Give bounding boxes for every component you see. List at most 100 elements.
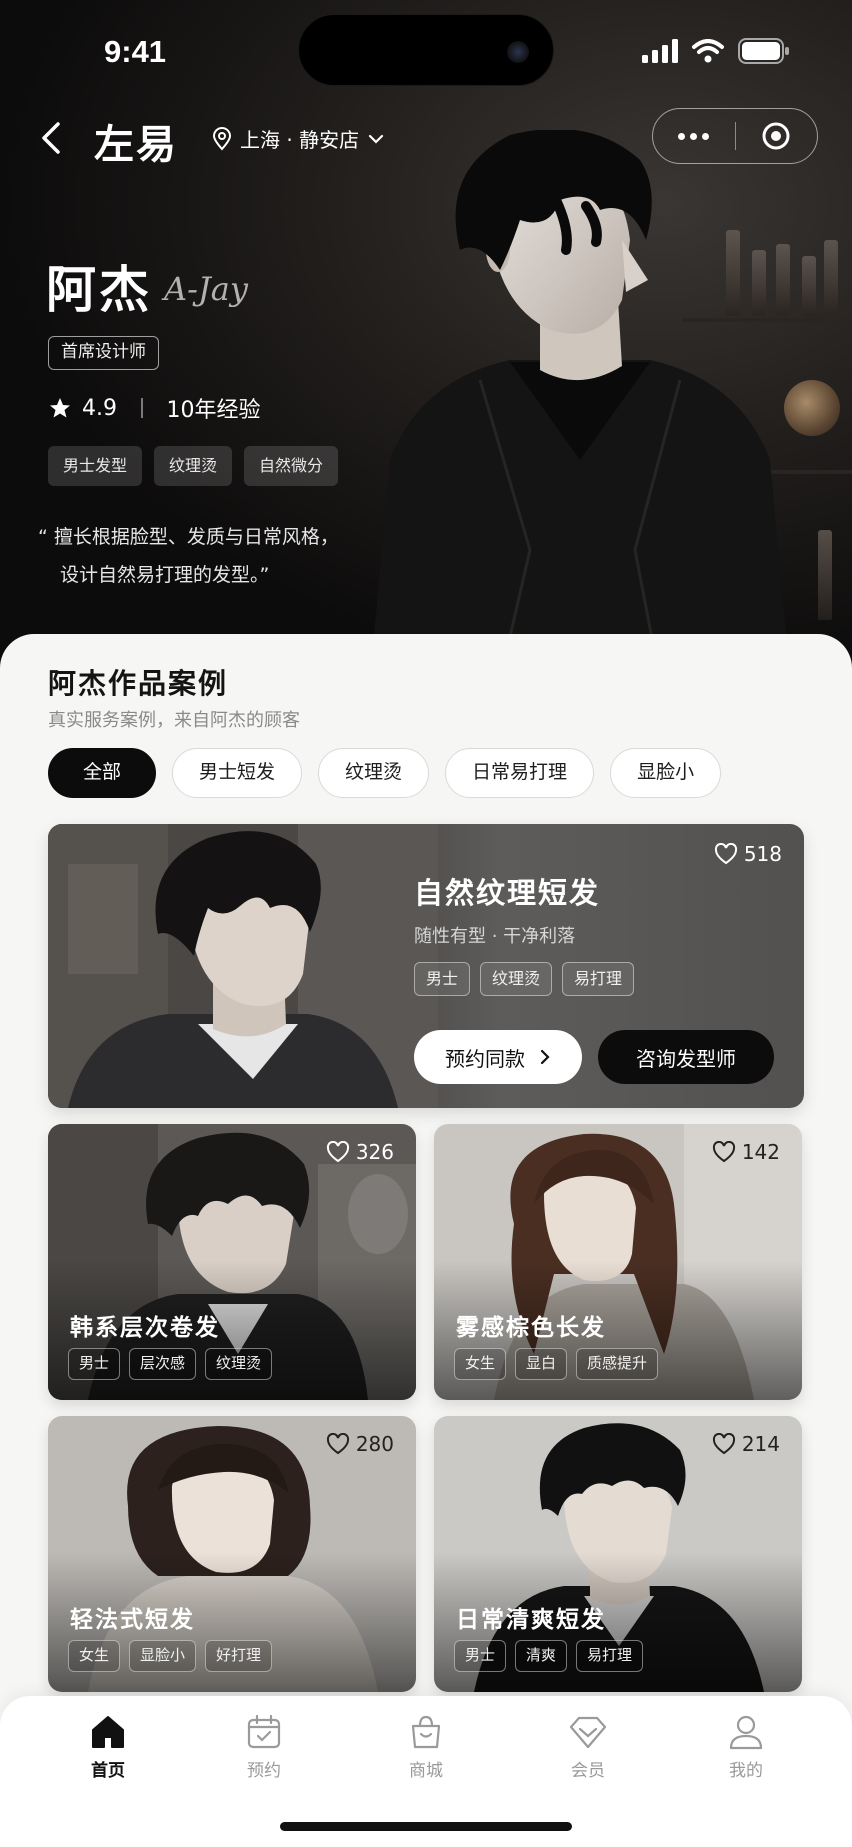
mini-program-capsule	[652, 108, 818, 164]
case-tag: 纹理烫	[205, 1348, 273, 1380]
case-tag: 女生	[68, 1640, 121, 1672]
stylist-title-badge: 首席设计师	[48, 336, 159, 370]
like-value: 518	[743, 842, 782, 866]
filter-chip-texture-perm[interactable]: 纹理烫	[318, 748, 430, 798]
quote-line: 设计自然易打理的发型。”	[60, 564, 270, 586]
like-count[interactable]: 142	[712, 1140, 780, 1164]
battery-icon	[738, 38, 789, 64]
filter-chip-easy-care[interactable]: 日常易打理	[445, 748, 595, 798]
diamond-icon	[569, 1716, 607, 1749]
case-card[interactable]: 326 韩系层次卷发 男士 层次感 纹理烫	[48, 1124, 416, 1400]
case-tag: 显白	[515, 1348, 568, 1380]
more-icon[interactable]	[653, 132, 735, 140]
heart-icon	[714, 843, 737, 865]
case-tag: 层次感	[129, 1348, 197, 1380]
chevron-right-icon	[540, 1049, 550, 1065]
signal-icon	[642, 39, 678, 63]
like-value: 142	[741, 1140, 780, 1164]
filter-chip-mens-short[interactable]: 男士短发	[172, 748, 303, 798]
star-icon	[50, 398, 70, 418]
tab-label: 首页	[91, 1761, 125, 1781]
calendar-icon	[247, 1714, 281, 1749]
status-time: 9:41	[104, 34, 167, 69]
like-count[interactable]: 214	[712, 1432, 780, 1456]
skill-tags: 男士发型 纹理烫 自然微分	[48, 446, 339, 486]
featured-case-photo	[48, 824, 438, 1108]
tab-label: 我的	[729, 1761, 763, 1781]
stylist-hero: 9:41 左易 上海 · 静安店 阿杰 A-Jay 首席设计师 4.9 10年经…	[0, 0, 852, 680]
tab-label: 预约	[247, 1761, 281, 1781]
case-title: 韩系层次卷发	[70, 1314, 220, 1341]
stylist-portrait	[370, 130, 790, 680]
skill-tag: 纹理烫	[154, 446, 233, 486]
like-value: 280	[355, 1432, 394, 1456]
skill-tag: 自然微分	[244, 446, 339, 486]
case-tags: 女生 显脸小 好打理	[68, 1640, 273, 1672]
case-title: 雾感棕色长发	[456, 1314, 606, 1341]
case-tags: 男士 纹理烫 易打理	[414, 962, 635, 996]
case-tags: 男士 层次感 纹理烫	[68, 1348, 273, 1380]
case-tags: 男士 清爽 易打理	[454, 1640, 644, 1672]
back-icon[interactable]	[36, 118, 66, 158]
like-count[interactable]: 326	[326, 1140, 394, 1164]
brand-name: 左易	[94, 121, 178, 168]
quote-line: “ 擅长根据脸型、发质与日常风格，	[38, 526, 339, 548]
home-icon	[92, 1716, 124, 1748]
case-tag: 显脸小	[129, 1640, 197, 1672]
camera-icon	[507, 41, 529, 63]
section-subtitle: 真实服务案例，来自阿杰的顾客	[48, 710, 300, 731]
experience: 10年经验	[166, 398, 261, 423]
filter-chip-slim-face[interactable]: 显脸小	[610, 748, 722, 798]
location-pin-icon	[212, 126, 232, 151]
heart-icon	[326, 1433, 349, 1455]
book-same-style-button[interactable]: 预约同款	[414, 1030, 582, 1084]
case-card[interactable]: 142 雾感棕色长发 女生 显白 质感提升	[434, 1124, 802, 1400]
case-card[interactable]: 280 轻法式短发 女生 显脸小 好打理	[48, 1416, 416, 1692]
rating-value: 4.9	[82, 395, 117, 421]
case-title: 自然纹理短发	[414, 876, 601, 910]
divider	[141, 398, 143, 418]
wifi-icon	[692, 39, 724, 63]
case-title: 日常清爽短发	[456, 1606, 606, 1633]
like-count[interactable]: 518	[714, 842, 782, 866]
case-tag: 男士	[68, 1348, 121, 1380]
heart-icon	[326, 1141, 349, 1163]
case-card[interactable]: 214 日常清爽短发 男士 清爽 易打理	[434, 1416, 802, 1692]
tab-membership[interactable]: 会员	[538, 1714, 638, 1781]
tab-label: 商城	[409, 1761, 443, 1781]
stylist-name: 阿杰	[46, 260, 152, 319]
featured-case-card[interactable]: 518 自然纹理短发 随性有型 · 干净利落 男士 纹理烫 易打理 预约同款 咨…	[48, 824, 804, 1108]
store-selector[interactable]: 上海 · 静安店	[212, 124, 385, 153]
tab-booking[interactable]: 预约	[214, 1714, 314, 1781]
close-miniprogram-icon[interactable]	[736, 121, 818, 151]
case-tag: 男士	[414, 962, 471, 996]
case-subtitle: 随性有型 · 干净利落	[414, 926, 576, 947]
filter-chips: 全部 男士短发 纹理烫 日常易打理 显脸小	[48, 748, 722, 798]
tab-home[interactable]: 首页	[58, 1714, 158, 1781]
user-icon	[729, 1715, 763, 1750]
tab-shop[interactable]: 商城	[376, 1714, 476, 1781]
case-tag: 女生	[454, 1348, 507, 1380]
consult-stylist-button[interactable]: 咨询发型师	[598, 1030, 774, 1084]
case-tags: 女生 显白 质感提升	[454, 1348, 659, 1380]
section-title: 阿杰作品案例	[48, 667, 229, 700]
skill-tag: 男士发型	[48, 446, 143, 486]
heart-icon	[712, 1433, 735, 1455]
heart-icon	[712, 1141, 735, 1163]
shopping-bag-icon	[411, 1715, 441, 1749]
bottle	[824, 240, 838, 316]
case-tag: 好打理	[205, 1640, 273, 1672]
case-tag: 易打理	[576, 1640, 644, 1672]
case-title: 轻法式短发	[70, 1606, 195, 1633]
stylist-quote: “ 擅长根据脸型、发质与日常风格， 设计自然易打理的发型。”	[38, 518, 378, 594]
stylist-english-name: A-Jay	[164, 270, 248, 308]
case-tag: 纹理烫	[480, 962, 553, 996]
home-indicator	[280, 1822, 572, 1831]
case-tag: 清爽	[515, 1640, 568, 1672]
book-label: 预约同款	[445, 1046, 525, 1071]
case-tag: 质感提升	[576, 1348, 659, 1380]
filter-chip-all[interactable]: 全部	[48, 748, 157, 798]
like-count[interactable]: 280	[326, 1432, 394, 1456]
tab-profile[interactable]: 我的	[696, 1714, 796, 1781]
works-section: 阿杰作品案例 真实服务案例，来自阿杰的顾客 全部 男士短发 纹理烫 日常易打理 …	[0, 634, 852, 1847]
